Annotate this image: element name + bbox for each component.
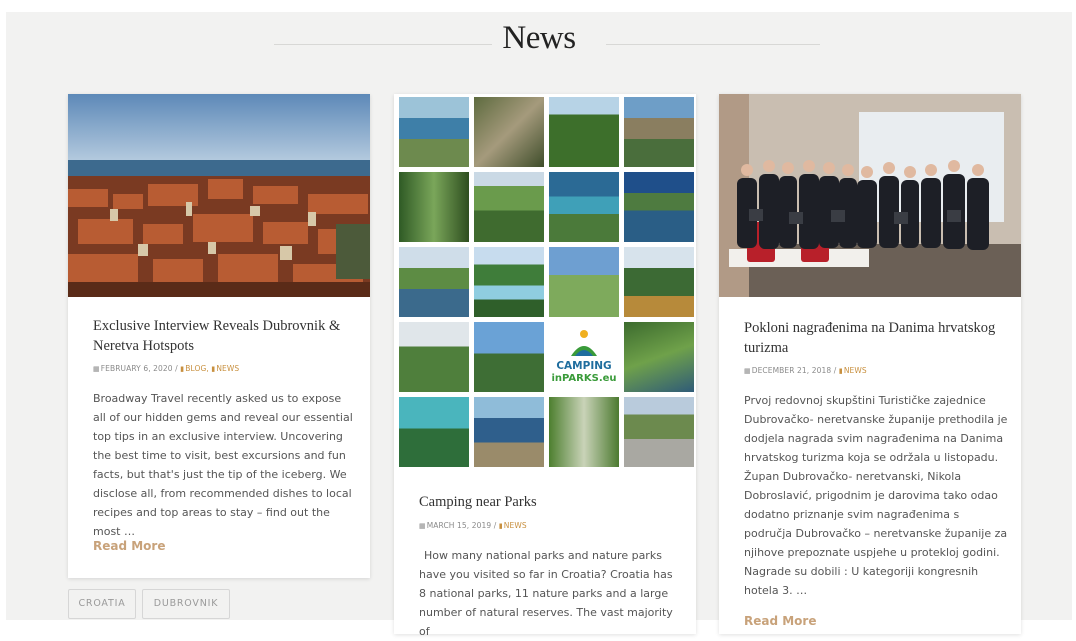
logo-text-line2: inPARKS.eu xyxy=(551,373,617,384)
tag-croatia[interactable]: CROATIA xyxy=(68,589,136,619)
category-link-news[interactable]: NEWS xyxy=(844,366,867,375)
logo-text-line1: CAMPING xyxy=(556,360,612,372)
photo-collage: CAMPING inPARKS.eu xyxy=(399,97,694,467)
card-image-camping-collage[interactable]: CAMPING inPARKS.eu xyxy=(394,94,696,472)
calendar-icon: ▦ xyxy=(93,365,100,373)
calendar-icon: ▦ xyxy=(744,367,751,375)
bookmark-icon: ▮ xyxy=(180,365,185,373)
card-meta: ▦MARCH 15, 2019 / ▮NEWS xyxy=(419,521,527,530)
read-more-link[interactable]: Read More xyxy=(744,614,817,628)
heading-divider-right xyxy=(606,44,820,45)
camping-logo: CAMPING inPARKS.eu xyxy=(549,322,619,392)
category-link-blog[interactable]: BLOG xyxy=(185,364,206,373)
tag-dubrovnik[interactable]: DUBROVNIK xyxy=(142,589,230,619)
calendar-icon: ▦ xyxy=(419,522,426,530)
news-card: CAMPING inPARKS.eu Camping near Parks ▦M… xyxy=(394,94,696,638)
card-excerpt: How many national parks and nature parks… xyxy=(419,549,673,638)
card-excerpt: Broadway Travel recently asked us to exp… xyxy=(93,392,353,538)
read-more-link[interactable]: Read More xyxy=(93,539,166,553)
card-title[interactable]: Exclusive Interview Reveals Dubrovnik & … xyxy=(93,316,353,356)
bookmark-icon: ▮ xyxy=(498,522,503,530)
bookmark-icon: ▮ xyxy=(838,367,843,375)
card-title[interactable]: Camping near Parks xyxy=(419,492,679,512)
card-date: DECEMBER 21, 2018 xyxy=(751,366,832,375)
card-title[interactable]: Pokloni nagrađenima na Danima hrvatskog … xyxy=(744,318,1004,358)
card-date: MARCH 15, 2019 xyxy=(426,521,492,530)
card-image-dubrovnik[interactable] xyxy=(68,94,370,297)
bookmark-icon: ▮ xyxy=(211,365,216,373)
heading-divider-left xyxy=(274,44,492,45)
news-card: Exclusive Interview Reveals Dubrovnik & … xyxy=(68,94,370,578)
card-meta: ▦DECEMBER 21, 2018 / ▮NEWS xyxy=(744,366,867,375)
section-heading: News xyxy=(6,20,1072,57)
section-title: News xyxy=(502,20,576,56)
card-image-award-ceremony[interactable] xyxy=(719,94,1021,297)
card-meta: ▦FEBRUARY 6, 2020 / ▮BLOG, ▮NEWS xyxy=(93,364,240,373)
category-link-news[interactable]: NEWS xyxy=(216,364,239,373)
news-card: Pokloni nagrađenima na Danima hrvatskog … xyxy=(719,94,1021,634)
category-link-news[interactable]: NEWS xyxy=(504,521,527,530)
card-excerpt: Prvoj redovnoj skupštini Turističke zaje… xyxy=(744,394,1008,597)
card-date: FEBRUARY 6, 2020 xyxy=(100,364,173,373)
